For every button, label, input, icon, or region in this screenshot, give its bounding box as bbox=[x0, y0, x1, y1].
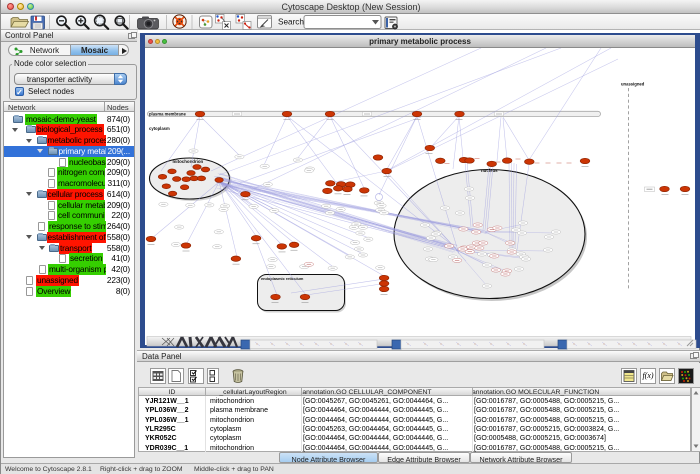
svg-text:cytoplasm: cytoplasm bbox=[149, 126, 170, 131]
svg-text:endoplasmic reticulum: endoplasmic reticulum bbox=[261, 276, 304, 281]
svg-text:unassigned: unassigned bbox=[621, 82, 645, 87]
svg-text:nucleus: nucleus bbox=[481, 168, 498, 173]
svg-text:Search:: Search: bbox=[278, 18, 306, 27]
svg-text:plasma membrane: plasma membrane bbox=[149, 111, 186, 116]
svg-text:mitochondrion: mitochondrion bbox=[173, 159, 204, 164]
